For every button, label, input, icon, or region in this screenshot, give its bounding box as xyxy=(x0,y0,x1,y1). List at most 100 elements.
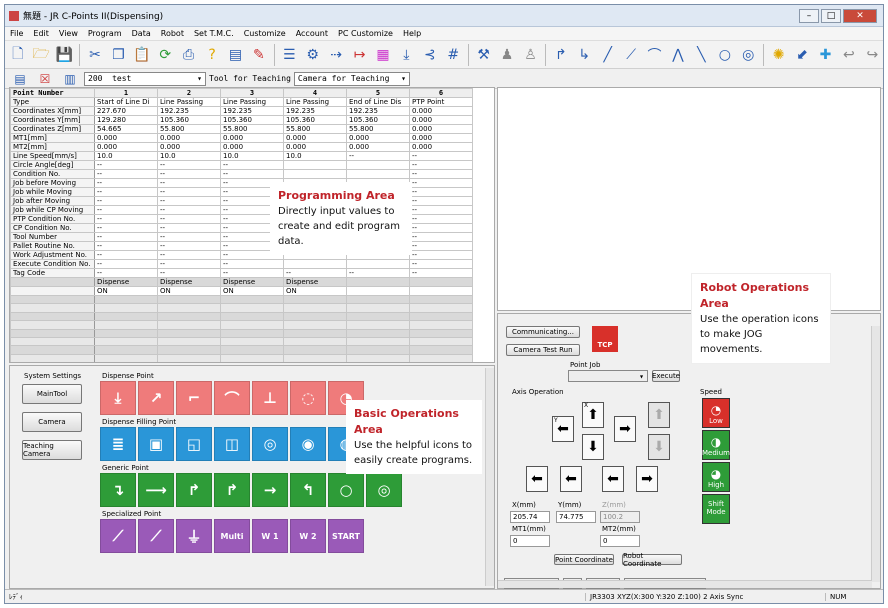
table-cell[interactable]: -- xyxy=(409,268,473,278)
table-cell[interactable]: -- xyxy=(409,259,473,269)
dispense-end-icon[interactable]: ⊥ xyxy=(252,381,288,415)
table-cell[interactable]: -- xyxy=(94,259,158,269)
table-cell[interactable] xyxy=(220,320,284,330)
mt2-plus-icon[interactable]: ➡ xyxy=(636,466,658,492)
table-cell[interactable] xyxy=(409,294,473,305)
fill-spiral-in-icon[interactable]: ◫ xyxy=(214,427,250,461)
table-cell[interactable] xyxy=(283,160,347,170)
table-cell[interactable]: Dispense xyxy=(283,277,347,287)
table-cell[interactable] xyxy=(283,169,347,179)
menu-item-program[interactable]: Program xyxy=(83,29,127,38)
vertical-scrollbar[interactable] xyxy=(871,326,880,582)
table-cell[interactable]: 0.000 xyxy=(346,142,410,152)
generic-corner2-icon[interactable]: ↱ xyxy=(214,473,250,507)
table-cell[interactable]: -- xyxy=(157,223,221,233)
table-cell[interactable]: -- xyxy=(157,268,221,278)
table-cell[interactable] xyxy=(283,320,347,330)
table-cell[interactable]: -- xyxy=(220,169,284,179)
table-cell[interactable] xyxy=(346,311,410,322)
table-cell[interactable]: Line Passing xyxy=(283,97,347,107)
table-cell[interactable] xyxy=(346,345,410,355)
z-down-arrow-icon[interactable]: ⬇ xyxy=(648,434,670,460)
table-cell[interactable]: -- xyxy=(409,187,473,197)
mt2-coord-field[interactable]: 0 xyxy=(600,535,640,547)
column-header[interactable]: 6 xyxy=(409,88,473,98)
table-cell[interactable]: -- xyxy=(94,160,158,170)
diagonal-icon[interactable]: ╲ xyxy=(691,44,712,66)
table-cell[interactable]: -- xyxy=(94,268,158,278)
camera-test-run-button[interactable]: Camera Test Run xyxy=(506,344,580,356)
move-arrow-icon[interactable]: ⇢ xyxy=(325,44,346,66)
table-cell[interactable]: 0.000 xyxy=(283,133,347,143)
table-cell[interactable]: 227.670 xyxy=(94,106,158,116)
table-cell[interactable] xyxy=(409,277,473,287)
table-cell[interactable] xyxy=(94,311,158,322)
table-cell[interactable] xyxy=(409,345,473,355)
execute-button[interactable]: Execute xyxy=(652,370,680,382)
table-cell[interactable]: -- xyxy=(409,160,473,170)
dispense-arc-icon[interactable]: ⌒ xyxy=(214,381,250,415)
table-cell[interactable] xyxy=(220,328,284,338)
table-cell[interactable]: 10.0 xyxy=(220,151,284,161)
mt1-plus-icon[interactable]: ⬅ xyxy=(560,466,582,492)
table-cell[interactable]: 105.360 xyxy=(220,115,284,125)
table-cell[interactable]: -- xyxy=(409,151,473,161)
document-icon[interactable]: ▤ xyxy=(225,44,246,66)
save-icon[interactable]: 💾 xyxy=(54,44,75,66)
table-cell[interactable] xyxy=(220,303,284,313)
generic-line-icon[interactable]: ⟶ xyxy=(138,473,174,507)
person-icon[interactable]: ♟ xyxy=(496,44,517,66)
table-cell[interactable] xyxy=(346,259,410,269)
table-cell[interactable]: -- xyxy=(94,187,158,197)
table-cell[interactable]: -- xyxy=(409,196,473,206)
arc-icon[interactable]: ⌒ xyxy=(644,44,665,66)
robot-coordinate-button[interactable]: Robot Coordinate xyxy=(622,552,682,568)
camera-select[interactable]: Camera for Teaching ▾ xyxy=(293,71,410,86)
table-cell[interactable]: 0.000 xyxy=(94,142,158,152)
table-cell[interactable]: 0.000 xyxy=(157,133,221,143)
table-cell[interactable] xyxy=(409,303,473,313)
table-cell[interactable] xyxy=(409,336,473,347)
cut-icon[interactable]: ✂ xyxy=(84,44,105,66)
table-cell[interactable] xyxy=(283,294,347,305)
fill-spiral-square-icon[interactable]: ▣ xyxy=(138,427,174,461)
table-cell[interactable]: Dispense xyxy=(157,277,221,287)
table-cell[interactable]: 55.800 xyxy=(220,124,284,134)
fill-zigzag-icon[interactable]: ≣ xyxy=(100,427,136,461)
table-cell[interactable]: 105.360 xyxy=(283,115,347,125)
table-cell[interactable]: -- xyxy=(94,214,158,224)
table-cell[interactable]: -- xyxy=(409,250,473,260)
generic-line-end-icon[interactable]: → xyxy=(252,473,288,507)
table-cell[interactable]: End of Line Dis xyxy=(346,97,410,107)
circle-icon[interactable]: ○ xyxy=(714,44,735,66)
menu-item-customize[interactable]: Customize xyxy=(239,29,291,38)
speed-low-button[interactable]: ◔ Low xyxy=(702,398,730,428)
table-cell[interactable] xyxy=(94,328,158,338)
table-cell[interactable]: 105.360 xyxy=(157,115,221,125)
table-cell[interactable]: Dispense xyxy=(220,277,284,287)
table-cell[interactable] xyxy=(409,320,473,330)
communicating-button[interactable]: Communicating... xyxy=(506,326,580,338)
table-cell[interactable]: 0.000 xyxy=(409,142,473,152)
edit-icon[interactable]: ✎ xyxy=(248,44,269,66)
table-cell[interactable]: -- xyxy=(157,160,221,170)
table-cell[interactable]: 0.000 xyxy=(409,106,473,116)
table-cell[interactable]: ON xyxy=(283,286,347,296)
special-start-icon[interactable]: START xyxy=(328,519,364,553)
table-cell[interactable] xyxy=(346,320,410,330)
table-cell[interactable] xyxy=(220,336,284,347)
teaching-camera-button[interactable]: Teaching Camera xyxy=(22,440,82,460)
line-icon[interactable]: ╱ xyxy=(597,44,618,66)
menu-item-set-t-m-c-[interactable]: Set T.M.C. xyxy=(189,29,239,38)
table-cell[interactable] xyxy=(283,353,347,362)
table-cell[interactable]: -- xyxy=(157,214,221,224)
y-plus-arrow-icon[interactable]: ➡ xyxy=(614,416,636,442)
table-cell[interactable]: -- xyxy=(94,250,158,260)
new-file-icon[interactable]: 🗋 xyxy=(7,44,28,66)
table-cell[interactable]: 10.0 xyxy=(157,151,221,161)
color-grid-icon[interactable]: ▦ xyxy=(372,44,393,66)
table-cell[interactable]: -- xyxy=(94,205,158,215)
table-cell[interactable] xyxy=(157,303,221,313)
dispense-corner-icon[interactable]: ⌐ xyxy=(176,381,212,415)
table-cell[interactable] xyxy=(157,320,221,330)
